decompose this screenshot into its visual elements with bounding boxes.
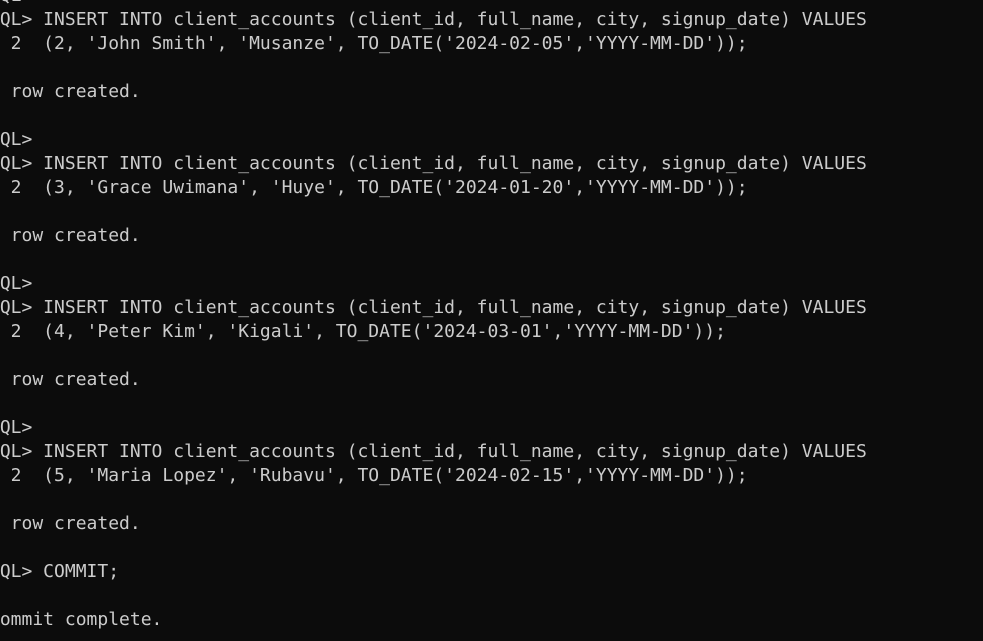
terminal-line: 1 row created. xyxy=(0,225,141,246)
terminal-line: SQL> xyxy=(0,417,33,438)
terminal-line: 2 (4, 'Peter Kim', 'Kigali', TO_DATE('20… xyxy=(0,321,726,342)
terminal-line: SQL> xyxy=(0,129,33,150)
terminal-line: Commit complete. xyxy=(0,609,163,630)
terminal-line: 2 (5, 'Maria Lopez', 'Rubavu', TO_DATE('… xyxy=(0,465,748,486)
terminal-window[interactable]: SQL> SQL> INSERT INTO client_accounts (c… xyxy=(0,0,983,641)
terminal-line: SQL> xyxy=(0,273,33,294)
terminal-output: SQL> SQL> INSERT INTO client_accounts (c… xyxy=(0,0,867,632)
terminal-line: SQL> COMMIT; xyxy=(0,561,120,582)
terminal-line: 1 row created. xyxy=(0,369,141,390)
terminal-line: 1 row created. xyxy=(0,81,141,102)
terminal-line: 2 (3, 'Grace Uwimana', 'Huye', TO_DATE('… xyxy=(0,177,748,198)
terminal-line: SQL> INSERT INTO client_accounts (client… xyxy=(0,153,867,174)
terminal-line: SQL> INSERT INTO client_accounts (client… xyxy=(0,9,867,30)
terminal-line: 2 (2, 'John Smith', 'Musanze', TO_DATE('… xyxy=(0,33,748,54)
terminal-line: SQL> INSERT INTO client_accounts (client… xyxy=(0,441,867,462)
terminal-line: SQL> INSERT INTO client_accounts (client… xyxy=(0,297,867,318)
terminal-line: 1 row created. xyxy=(0,513,141,534)
terminal-line: SQL> xyxy=(0,0,867,8)
